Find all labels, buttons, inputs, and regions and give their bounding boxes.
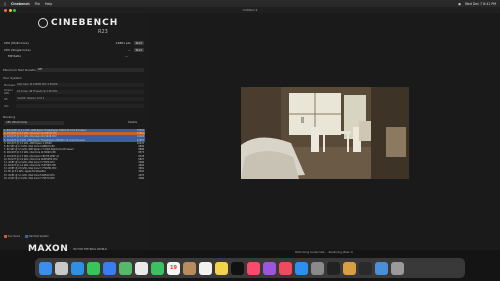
menu-app-name[interactable]: Cinebench xyxy=(11,2,30,6)
system-row: Cores x GHz 24 Cores, 48 Threads @ 2.50 … xyxy=(4,89,144,95)
system-key: Cores x GHz xyxy=(4,89,13,95)
test-score: — xyxy=(125,54,128,58)
test-mp-ratio: MP Ratio — xyxy=(4,53,144,59)
launchpad-icon[interactable] xyxy=(55,261,68,275)
test-score: — xyxy=(127,48,131,52)
tv-icon[interactable] xyxy=(231,261,244,275)
trash-icon[interactable] xyxy=(391,261,404,275)
system-row: Info xyxy=(4,103,144,109)
finder-icon[interactable] xyxy=(39,261,52,275)
system-preferences-icon[interactable] xyxy=(311,261,324,275)
instruments-icon[interactable] xyxy=(343,261,356,275)
logo-version: R23 xyxy=(98,29,108,35)
test-label: CPU (Multi Core) xyxy=(4,41,29,45)
terminal-icon[interactable] xyxy=(327,261,340,275)
wifi-icon[interactable]: ◉ xyxy=(458,2,461,6)
test-cpu-multi: CPU (Multi Core) 14861 pts Start xyxy=(4,40,144,46)
menu-file[interactable]: File xyxy=(35,2,40,6)
menu-bar:  Cinebench File Help ◉ Wed Dec 7 6:41 P… xyxy=(0,0,500,7)
render-status: Performing render test ... Rendering (Pa… xyxy=(295,251,353,254)
close-window-button[interactable] xyxy=(4,8,7,12)
cinebench-icon[interactable] xyxy=(359,261,372,275)
safari-icon[interactable] xyxy=(71,261,84,275)
logo-name: CINEBENCH xyxy=(51,18,119,28)
ranking-select[interactable]: CPU (Multi Core) xyxy=(4,121,64,125)
cinema4d-logo-icon xyxy=(38,18,48,28)
menu-help[interactable]: Help xyxy=(45,2,52,6)
photos-icon[interactable] xyxy=(135,261,148,275)
dock: 19 xyxy=(35,258,465,278)
test-label: CPU (Single Core) xyxy=(4,48,31,52)
system-value: macOS: Version 13.0.1 xyxy=(16,97,144,101)
system-info-field[interactable] xyxy=(16,104,144,108)
facetime-icon[interactable] xyxy=(151,261,164,275)
test-score: 14861 pts xyxy=(115,41,131,45)
start-single-button[interactable]: Start xyxy=(133,48,144,52)
details-toggle[interactable]: Details xyxy=(128,121,137,124)
system-value: 24 Cores, 48 Threads @ 2.50 GHz xyxy=(16,90,144,94)
test-label: MP Ratio xyxy=(8,54,22,58)
contacts-icon[interactable] xyxy=(183,261,196,275)
ranking-cpu-name: 16. 2C/4T @ 2.3 GHz, Intel Core i7-7567U… xyxy=(4,176,55,180)
reminders-icon[interactable] xyxy=(199,261,212,275)
ranking-list: 1. 64C/128T @ 2.9 GHz, AMD Ryzen Threadr… xyxy=(3,129,145,180)
system-key: Processor xyxy=(4,83,16,87)
menu-clock[interactable]: Wed Dec 7 6:41 PM xyxy=(465,2,496,6)
zoom-window-button[interactable] xyxy=(13,8,16,12)
maps-icon[interactable] xyxy=(119,261,132,275)
ranking-legend: Your Score Identical System xyxy=(4,235,49,238)
music-icon[interactable] xyxy=(247,261,260,275)
min-duration-select[interactable]: Off xyxy=(36,68,144,72)
downloads-icon[interactable] xyxy=(375,261,388,275)
window-title: Untitled 2 xyxy=(242,8,258,12)
news-icon[interactable] xyxy=(279,261,292,275)
notes-icon[interactable] xyxy=(215,261,228,275)
ranking-score: 2066 xyxy=(138,176,144,180)
render-image xyxy=(241,87,409,179)
min-duration-label: Minimum Test Duration xyxy=(3,68,38,72)
legend-identical: Identical System xyxy=(25,235,49,238)
start-multi-button[interactable]: Start xyxy=(133,41,144,45)
minimize-window-button[interactable] xyxy=(8,8,12,12)
maxon-slogan: 3D FOR THE REAL WORLD xyxy=(73,248,107,251)
ranking-row[interactable]: 16. 2C/4T @ 2.3 GHz, Intel Core i7-7567U… xyxy=(3,177,145,180)
podcasts-icon[interactable] xyxy=(263,261,276,275)
system-value: Intel Xeon W-3265M CPU 2.50GHz xyxy=(16,83,144,87)
legend-your-score: Your Score xyxy=(4,235,20,238)
system-header: Your System xyxy=(3,76,22,80)
calendar-icon[interactable]: 19 xyxy=(167,261,180,275)
mail-icon[interactable] xyxy=(103,261,116,275)
system-key: Info xyxy=(4,104,9,108)
system-row: OS macOS: Version 13.0.1 xyxy=(4,96,144,102)
messages-icon[interactable] xyxy=(87,261,100,275)
system-key: OS xyxy=(4,97,8,101)
maxon-logo: MAXON xyxy=(28,244,69,254)
ranking-header: Ranking xyxy=(3,115,16,119)
apple-icon[interactable]:  xyxy=(4,2,6,6)
cinebench-logo: CINEBENCH R23 xyxy=(38,18,128,40)
system-row: Processor Intel Xeon W-3265M CPU 2.50GHz xyxy=(4,82,144,88)
app-store-icon[interactable] xyxy=(295,261,308,275)
